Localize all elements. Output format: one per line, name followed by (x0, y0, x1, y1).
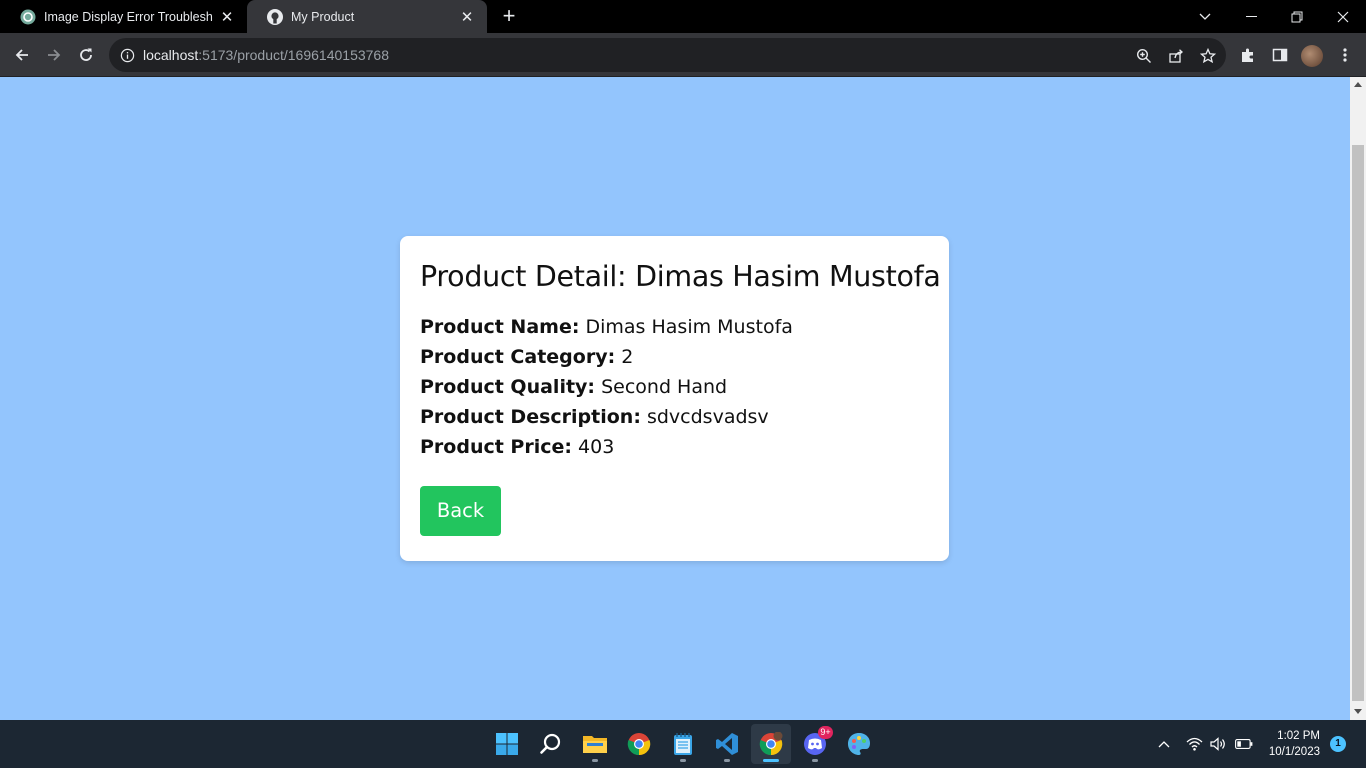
zoom-icon[interactable] (1135, 47, 1153, 65)
field-label: Product Category: (420, 346, 616, 368)
product-description-row: Product Description: sdvcdsvadsv (420, 402, 929, 432)
close-tab-icon[interactable]: ✕ (219, 9, 235, 26)
browser-toolbar: localhost:5173/product/1696140153768 (0, 33, 1366, 77)
start-icon[interactable] (487, 724, 527, 764)
search-icon[interactable] (531, 724, 571, 764)
chrome-profile-icon[interactable] (751, 724, 791, 764)
back-arrow-icon[interactable] (8, 41, 36, 69)
battery-icon[interactable] (1235, 720, 1255, 768)
field-value: Second Hand (601, 376, 728, 398)
close-tab-icon[interactable]: ✕ (459, 9, 475, 26)
extensions-puzzle-icon[interactable] (1238, 45, 1258, 65)
field-label: Product Name: (420, 316, 580, 338)
page-viewport: Product Detail: Dimas Hasim Mustofa Prod… (0, 77, 1350, 720)
tab-image-display-error[interactable]: Image Display Error Troubleshoo ✕ (0, 0, 247, 33)
discord-icon[interactable]: 9+ (795, 724, 835, 764)
chatgpt-icon (20, 9, 36, 25)
windows-taskbar: 9+ 1:02 PM 10/1/2023 1 (0, 720, 1366, 768)
scrollbar-thumb[interactable] (1352, 145, 1364, 701)
profile-avatar[interactable] (1301, 45, 1323, 67)
field-label: Product Quality: (420, 376, 596, 398)
wifi-icon[interactable] (1186, 720, 1206, 768)
forward-arrow-icon[interactable] (40, 41, 68, 69)
tab-my-product[interactable]: My Product ✕ (247, 0, 487, 33)
page-title: Product Detail: Dimas Hasim Mustofa (420, 260, 941, 293)
url-host: localhost (143, 47, 199, 63)
vscode-icon[interactable] (707, 724, 747, 764)
site-info-icon[interactable] (119, 47, 135, 63)
bookmark-star-icon[interactable] (1199, 47, 1217, 65)
close-window-icon[interactable] (1320, 0, 1366, 33)
product-category-row: Product Category: 2 (420, 342, 929, 372)
system-clock[interactable]: 1:02 PM 10/1/2023 (1258, 728, 1320, 760)
address-bar[interactable]: localhost:5173/product/1696140153768 (109, 38, 1226, 72)
show-hidden-icons-chevron-icon[interactable] (1158, 720, 1176, 768)
tab-title: My Product (291, 9, 355, 24)
back-button[interactable]: Back (420, 486, 501, 536)
tab-title: Image Display Error Troubleshoo (44, 9, 213, 24)
notification-count-badge[interactable]: 1 (1330, 736, 1346, 752)
url-path: :5173/product/1696140153768 (198, 47, 389, 63)
field-value: 403 (578, 436, 615, 458)
tab-search-chevron-icon[interactable] (1182, 0, 1228, 33)
url-text[interactable]: localhost:5173/product/1696140153768 (143, 47, 389, 63)
scroll-up-arrow-icon[interactable] (1354, 82, 1362, 87)
share-icon[interactable] (1167, 47, 1185, 65)
field-label: Product Description: (420, 406, 641, 428)
tab-strip: Image Display Error Troubleshoo ✕ My Pro… (0, 0, 1366, 33)
clock-date: 10/1/2023 (1268, 746, 1320, 758)
field-value: sdvcdsvadsv (646, 406, 769, 428)
scroll-down-arrow-icon[interactable] (1354, 709, 1362, 714)
chrome-icon[interactable] (619, 724, 659, 764)
notepad-icon[interactable] (663, 724, 703, 764)
product-quality-row: Product Quality: Second Hand (420, 372, 929, 402)
field-value: Dimas Hasim Mustofa (585, 316, 793, 338)
running-indicator (763, 759, 779, 762)
clock-time: 1:02 PM (1277, 730, 1320, 742)
minimize-icon[interactable] (1228, 0, 1274, 33)
new-tab-button[interactable]: + (496, 5, 522, 29)
product-price-row: Product Price: 403 (420, 432, 929, 462)
github-icon (267, 8, 283, 25)
product-detail-card: Product Detail: Dimas Hasim Mustofa Prod… (400, 236, 949, 561)
discord-badge: 9+ (818, 726, 833, 739)
reload-icon[interactable] (72, 41, 100, 69)
file-explorer-icon[interactable] (575, 724, 615, 764)
kebab-menu-icon[interactable] (1335, 45, 1355, 65)
paint-icon[interactable] (839, 724, 879, 764)
side-panel-icon[interactable] (1270, 45, 1290, 65)
field-label: Product Price: (420, 436, 572, 458)
running-indicator (812, 759, 818, 762)
running-indicator (680, 759, 686, 762)
volume-icon[interactable] (1210, 720, 1230, 768)
restore-icon[interactable] (1274, 0, 1320, 33)
field-value: 2 (621, 346, 634, 368)
running-indicator (592, 759, 598, 762)
running-indicator (724, 759, 730, 762)
product-name-row: Product Name: Dimas Hasim Mustofa (420, 312, 929, 342)
